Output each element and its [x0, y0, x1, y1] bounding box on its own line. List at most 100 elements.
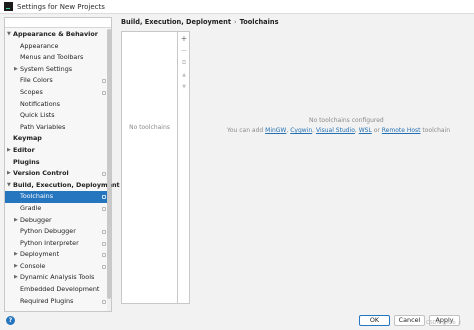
link-mingw[interactable]: MinGW — [265, 127, 286, 134]
sidebar-item[interactable]: Embedded Development — [5, 284, 111, 296]
copy-icon[interactable]: ⧉ — [180, 59, 188, 67]
chevron-right-icon[interactable]: ▶ — [14, 215, 18, 227]
list-toolbar: + − ⧉ ▲ ▼ — [178, 31, 190, 304]
list-empty-text: No toolchains — [129, 124, 170, 131]
sidebar-item-label: Build, Execution, Deployment — [13, 180, 120, 189]
chevron-right-icon[interactable]: ▶ — [14, 249, 18, 261]
toolchains-panel: No toolchains + − ⧉ ▲ ▼ No toolchains co… — [119, 28, 474, 314]
chevron-right-icon[interactable]: ▶ — [7, 145, 11, 157]
sidebar-item-label: Deployment — [20, 250, 60, 259]
sidebar-item-label: Embedded Development — [20, 285, 100, 294]
link-wsl[interactable]: WSL — [359, 127, 372, 134]
chevron-right-icon[interactable]: ▶ — [14, 261, 18, 273]
breadcrumb-current: Toolchains — [239, 18, 279, 26]
sidebar-item[interactable]: Toolchains — [5, 191, 111, 203]
sidebar-item-label: Keymap — [13, 134, 42, 143]
sidebar-item-label: Python Interpreter — [20, 238, 79, 247]
sidebar-item[interactable]: ▶ Editor — [5, 145, 111, 157]
dialog-buttons-bar: ? OK Cancel Apply — [0, 313, 474, 330]
sidebar-item[interactable]: Plugins — [5, 157, 111, 169]
project-scope-icon — [102, 241, 106, 246]
project-scope-icon — [102, 172, 106, 177]
sidebar-item[interactable]: Quick Lists — [5, 110, 111, 122]
project-scope-icon — [102, 90, 106, 95]
project-scope-icon — [102, 299, 106, 304]
sidebar-item[interactable]: Python Interpreter — [5, 238, 111, 250]
sidebar-item[interactable]: Python Debugger — [5, 226, 111, 238]
move-up-icon[interactable]: ▲ — [180, 71, 188, 79]
sidebar-scrollbar-thumb[interactable] — [107, 29, 111, 299]
sidebar-item-label: File Colors — [20, 76, 53, 85]
sidebar-item[interactable]: Gradle — [5, 203, 111, 215]
project-scope-icon — [102, 206, 106, 211]
sidebar-item[interactable]: ▶ System Settings — [5, 64, 111, 76]
settings-tree: ▼ Appearance & Behavior Appearance Menus an… — [5, 29, 120, 308]
title-bar: Settings for New Projects — [0, 0, 474, 14]
sidebar-item-label: Quick Lists — [20, 111, 55, 120]
sidebar-item[interactable]: ▶ Deployment — [5, 249, 111, 261]
toolchains-list[interactable]: No toolchains — [121, 31, 178, 304]
chevron-down-icon[interactable]: ▼ — [7, 180, 11, 192]
remove-icon[interactable]: − — [180, 47, 188, 55]
sidebar-item[interactable]: Menus and Toolbars — [5, 52, 111, 64]
move-down-icon[interactable]: ▼ — [180, 83, 188, 91]
link-separator: or — [371, 127, 382, 134]
sidebar-item[interactable]: Appearance — [5, 41, 111, 53]
settings-window: Settings for New Projects ▼ Appearance & … — [0, 0, 474, 330]
chevron-right-icon[interactable]: ▶ — [7, 168, 11, 180]
detail-empty-title: No toolchains configured — [309, 117, 384, 124]
detail-suffix: toolchain — [420, 127, 451, 134]
sidebar-item-label: Toolchains — [20, 192, 54, 201]
sidebar-item-label: Appearance & Behavior — [13, 30, 98, 38]
chevron-down-icon[interactable]: ▼ — [7, 29, 11, 41]
sidebar-item-label: Scopes — [20, 87, 43, 96]
chevron-right-icon[interactable]: ▶ — [14, 272, 18, 284]
sidebar-item-label: Menus and Toolbars — [20, 53, 84, 62]
project-scope-icon — [102, 79, 106, 84]
sidebar-item[interactable]: ▶ Console — [5, 261, 111, 273]
add-icon[interactable]: + — [180, 35, 188, 43]
sidebar-item-label: Plugins — [13, 157, 40, 166]
sidebar-item[interactable]: ▶ Debugger — [5, 215, 111, 227]
sidebar-item[interactable]: ▼ Build, Execution, Deployment — [5, 180, 120, 192]
project-scope-icon — [102, 253, 106, 258]
ok-button[interactable]: OK — [359, 315, 390, 326]
sidebar-item[interactable]: ▼ Appearance & Behavior — [5, 29, 111, 41]
sidebar-item[interactable]: Scopes — [5, 87, 111, 99]
search-input[interactable] — [5, 18, 111, 28]
sidebar-item-label: Appearance — [20, 41, 59, 50]
watermark: CSDN @lolo_z — [426, 320, 461, 326]
clion-app-icon — [4, 2, 13, 11]
sidebar-item-label: Notifications — [20, 99, 60, 108]
link-remote-host[interactable]: Remote Host — [382, 127, 421, 134]
project-scope-icon — [102, 264, 106, 269]
sidebar-item-label: Python Debugger — [20, 227, 76, 236]
help-icon[interactable]: ? — [6, 316, 15, 325]
link-visual-studio[interactable]: Visual Studio — [316, 127, 355, 134]
sidebar-item-label: Gradle — [20, 203, 42, 212]
sidebar-item[interactable]: Notifications — [5, 99, 111, 111]
breadcrumb-parent: Build, Execution, Deployment — [121, 18, 231, 26]
detail-empty-hint: You can add MinGW, Cygwin, Visual Studio… — [227, 127, 450, 134]
detail-prefix: You can add — [227, 127, 266, 134]
sidebar-item-label: Debugger — [20, 215, 52, 224]
cancel-button[interactable]: Cancel — [394, 315, 425, 326]
sidebar-item[interactable]: ▶ Dynamic Analysis Tools — [5, 272, 111, 284]
link-cygwin[interactable]: Cygwin — [290, 127, 312, 134]
chevron-right-icon[interactable]: ▶ — [14, 64, 18, 76]
sidebar-item-label: System Settings — [20, 64, 73, 73]
sidebar-item[interactable]: Keymap — [5, 133, 111, 145]
sidebar-item[interactable]: File Colors — [5, 75, 111, 87]
sidebar-item[interactable]: Path Variables — [5, 122, 111, 134]
sidebar-item[interactable]: Required Plugins — [5, 296, 111, 308]
project-scope-icon — [102, 195, 106, 200]
sidebar-item[interactable]: ▶ Version Control — [5, 168, 111, 180]
sidebar-item-label: Console — [20, 261, 46, 270]
breadcrumb-separator: › — [233, 18, 237, 26]
sidebar-item-label: Version Control — [13, 169, 69, 178]
sidebar-item-label: Path Variables — [20, 122, 66, 131]
sidebar-item-label: Dynamic Analysis Tools — [20, 273, 95, 282]
window-title: Settings for New Projects — [17, 3, 105, 11]
project-scope-icon — [102, 230, 106, 235]
sidebar-item-label: Required Plugins — [20, 296, 74, 305]
